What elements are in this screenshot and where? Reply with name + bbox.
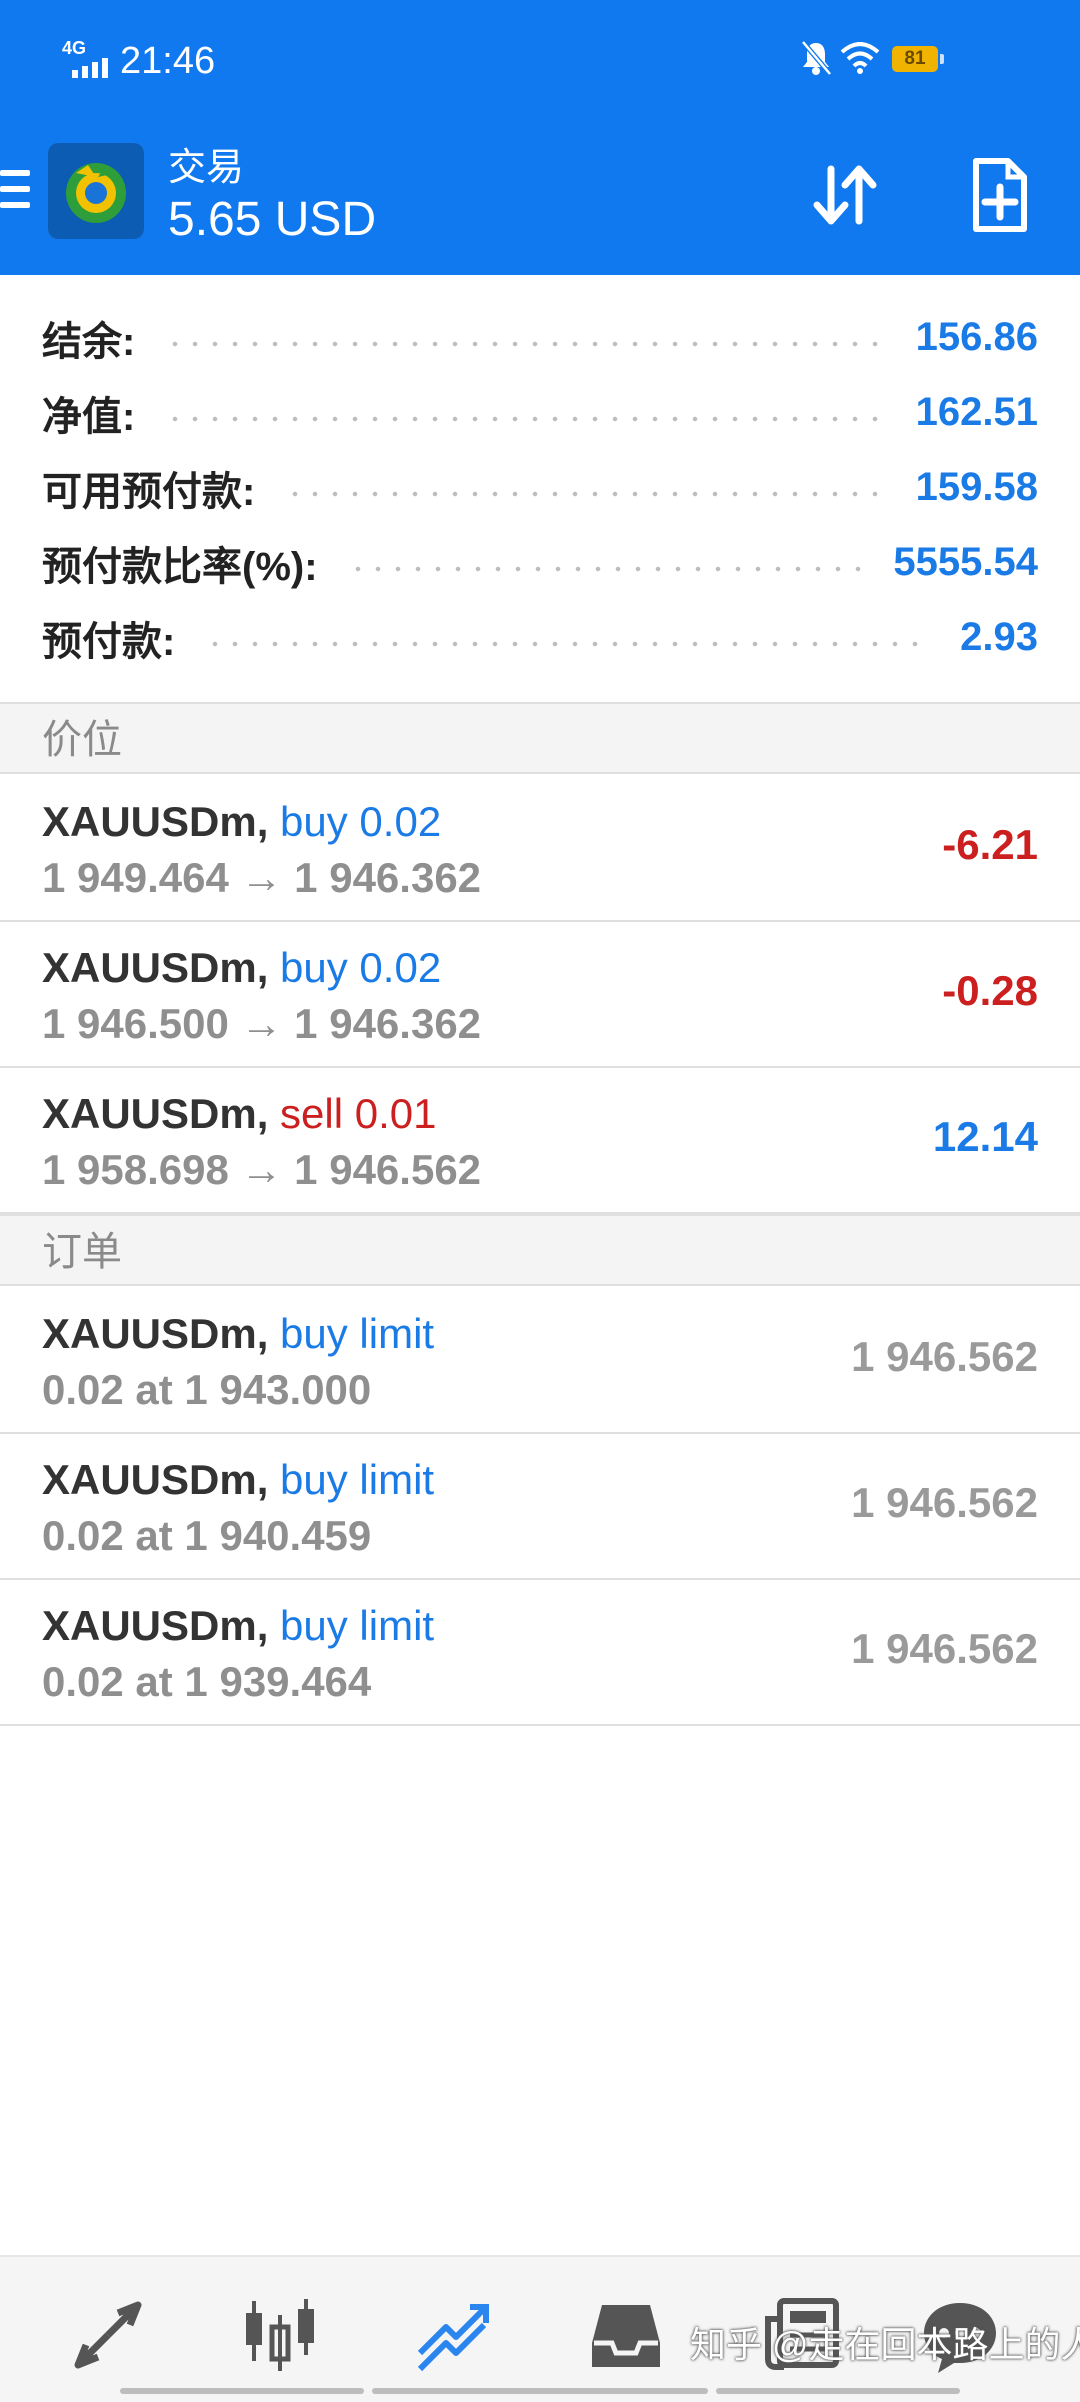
chart-icon[interactable] bbox=[240, 2295, 320, 2375]
sort-icon[interactable] bbox=[805, 155, 885, 235]
trade-action: sell 0.01 bbox=[280, 1090, 437, 1137]
status-bar: 4G 21:46 81 bbox=[0, 30, 1080, 90]
summary-label: 净值: bbox=[42, 394, 136, 439]
symbol: XAUUSDm, bbox=[42, 1602, 269, 1649]
summary-row-margin: 预付款: 2.93 bbox=[0, 600, 1080, 675]
wifi-icon bbox=[840, 42, 880, 74]
app-bar: 4G 21:46 81 交易 5.65 USD bbox=[0, 0, 1080, 275]
order-type: buy limit bbox=[280, 1456, 435, 1503]
symbol: XAUUSDm, bbox=[42, 1456, 269, 1503]
order-detail: 0.02 at 1 939.464 bbox=[42, 1658, 372, 1705]
dotted-leader bbox=[347, 565, 864, 572]
summary-label: 预付款: bbox=[42, 619, 176, 664]
summary-value: 162.51 bbox=[915, 390, 1038, 434]
position-row[interactable]: XAUUSDm, buy 0.02 1 949.464 → 1 946.362 … bbox=[0, 776, 1080, 922]
price-range: 1 949.464 → 1 946.362 bbox=[42, 854, 482, 901]
new-order-icon[interactable] bbox=[960, 155, 1040, 235]
order-type: buy limit bbox=[280, 1602, 435, 1649]
dotted-leader bbox=[285, 490, 886, 497]
clock: 21:46 bbox=[120, 40, 216, 82]
bell-off-icon bbox=[801, 40, 832, 76]
order-row[interactable]: XAUUSDm, buy limit 0.02 at 1 943.000 1 9… bbox=[0, 1288, 1080, 1434]
summary-label: 可用预付款: bbox=[42, 469, 256, 514]
positions-section-header: 价位 bbox=[0, 702, 1080, 774]
summary-value: 2.93 bbox=[960, 615, 1038, 659]
watermark: 知乎 @走在回本路上的人 bbox=[690, 2324, 1080, 2365]
order-detail: 0.02 at 1 943.000 bbox=[42, 1366, 372, 1413]
current-price: 1 946.562 bbox=[851, 1333, 1038, 1380]
app-logo-icon bbox=[48, 143, 144, 239]
dotted-leader bbox=[165, 415, 886, 422]
account-balance: 5.65 USD bbox=[168, 193, 377, 246]
history-icon[interactable] bbox=[586, 2295, 666, 2375]
summary-row-free-margin: 可用预付款: 159.58 bbox=[0, 450, 1080, 525]
summary-label: 结余: bbox=[42, 319, 136, 364]
nav-indicator bbox=[372, 2388, 708, 2394]
current-price: 1 946.562 bbox=[851, 1479, 1038, 1526]
order-type: buy limit bbox=[280, 1310, 435, 1357]
page-title: 交易 bbox=[168, 147, 245, 189]
dotted-leader bbox=[165, 340, 886, 347]
symbol: XAUUSDm, bbox=[42, 798, 269, 845]
position-row[interactable]: XAUUSDm, buy 0.02 1 946.500 → 1 946.362 … bbox=[0, 922, 1080, 1068]
menu-icon[interactable] bbox=[0, 170, 30, 216]
trade-icon[interactable] bbox=[412, 2295, 492, 2375]
battery-indicator: 81 bbox=[892, 46, 944, 72]
summary-row-balance: 结余: 156.86 bbox=[0, 300, 1080, 375]
dotted-leader bbox=[205, 640, 931, 647]
price-range: 1 958.698 → 1 946.562 bbox=[42, 1146, 482, 1193]
summary-row-equity: 净值: 162.51 bbox=[0, 375, 1080, 450]
account-summary: 结余: 156.86 净值: 162.51 可用预付款: 159.58 预付款比… bbox=[0, 300, 1080, 675]
summary-row-margin-level: 预付款比率(%): 5555.54 bbox=[0, 525, 1080, 600]
position-profit: -6.21 bbox=[942, 821, 1038, 868]
nav-indicator bbox=[120, 2388, 364, 2394]
position-row[interactable]: XAUUSDm, sell 0.01 1 958.698 → 1 946.562… bbox=[0, 1068, 1080, 1214]
summary-label: 预付款比率(%): bbox=[42, 544, 318, 589]
current-price: 1 946.562 bbox=[851, 1625, 1038, 1672]
trade-action: buy 0.02 bbox=[280, 798, 442, 845]
summary-value: 159.58 bbox=[915, 465, 1038, 509]
position-profit: -0.28 bbox=[942, 967, 1038, 1014]
order-detail: 0.02 at 1 940.459 bbox=[42, 1512, 372, 1559]
trade-action: buy 0.02 bbox=[280, 944, 442, 991]
symbol: XAUUSDm, bbox=[42, 1090, 269, 1137]
position-profit: 12.14 bbox=[932, 1113, 1038, 1160]
signal-icon bbox=[72, 58, 108, 78]
summary-value: 156.86 bbox=[915, 315, 1038, 359]
price-range: 1 946.500 → 1 946.362 bbox=[42, 1000, 482, 1047]
order-row[interactable]: XAUUSDm, buy limit 0.02 at 1 940.459 1 9… bbox=[0, 1434, 1080, 1580]
network-label: 4G bbox=[62, 38, 87, 58]
order-row[interactable]: XAUUSDm, buy limit 0.02 at 1 939.464 1 9… bbox=[0, 1580, 1080, 1726]
orders-section-header: 订单 bbox=[0, 1214, 1080, 1286]
symbol: XAUUSDm, bbox=[42, 944, 269, 991]
summary-value: 5555.54 bbox=[893, 540, 1038, 584]
symbol: XAUUSDm, bbox=[42, 1310, 269, 1357]
nav-indicator bbox=[716, 2388, 960, 2394]
quotes-icon[interactable] bbox=[68, 2295, 148, 2375]
